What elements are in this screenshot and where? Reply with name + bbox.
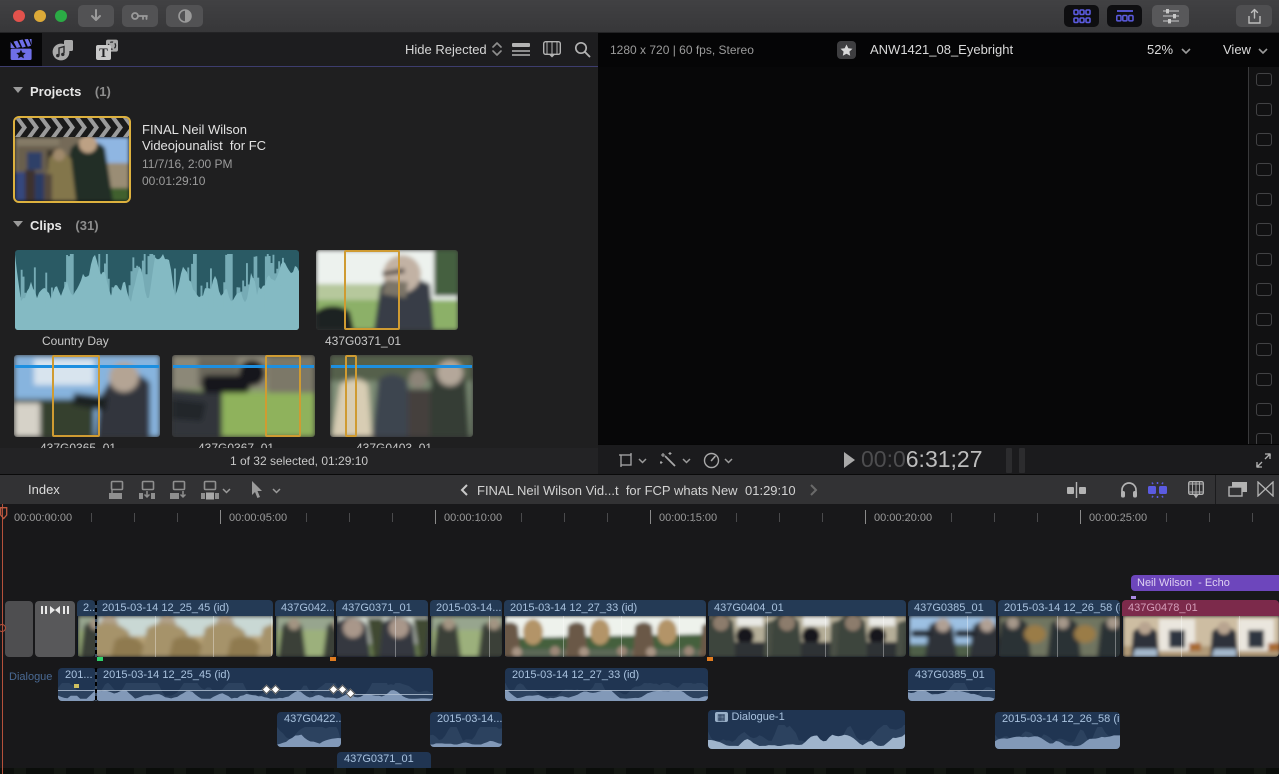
svg-text:T: T (99, 45, 108, 60)
